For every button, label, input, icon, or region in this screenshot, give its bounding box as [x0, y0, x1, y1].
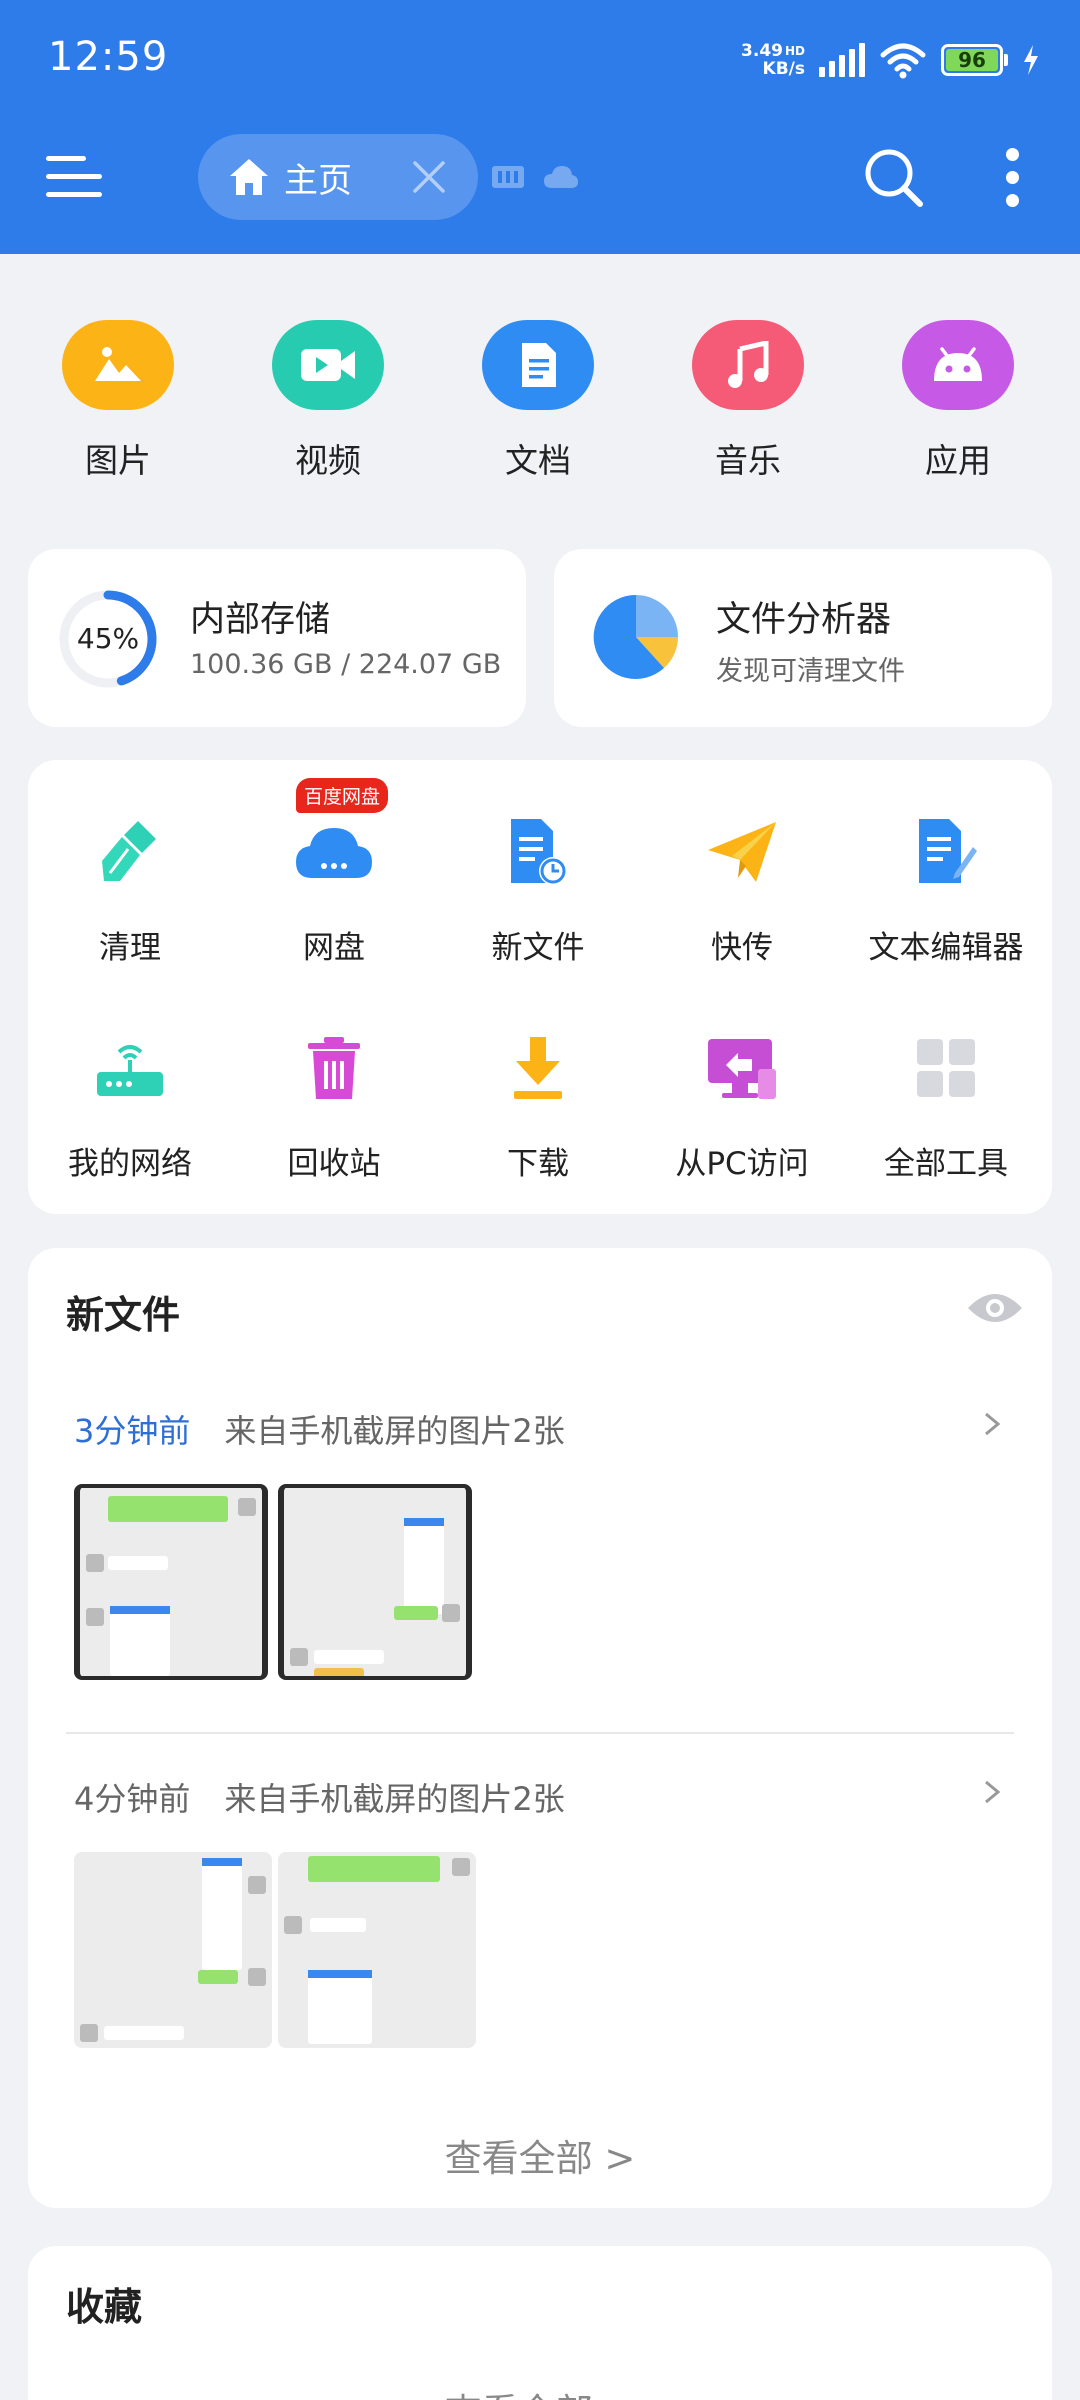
file-group-description: 来自手机截屏的图片2张	[224, 1780, 565, 1818]
tool-my-network-label: 我的网络	[68, 1146, 192, 1182]
new-files-card: 新文件 3分钟前 来自手机截屏的图片2张 4分钟前 来自手机截屏的图片2张 查看…	[28, 1248, 1052, 2208]
tool-recycle-bin[interactable]: 回收站	[232, 1028, 436, 1183]
favorites-title: 收藏	[66, 2285, 143, 2329]
more-options-icon[interactable]	[998, 148, 1028, 208]
storage-usage: 100.36 GB / 224.07 GB	[190, 649, 502, 680]
pie-chart-icon	[593, 594, 678, 679]
analyzer-title: 文件分析器	[716, 600, 892, 640]
text-editor-icon	[901, 812, 991, 892]
tab-home-label: 主页	[284, 160, 352, 201]
file-group-header[interactable]: 3分钟前 来自手机截屏的图片2张	[74, 1406, 565, 1452]
tool-download[interactable]: 下载	[436, 1028, 640, 1183]
new-files-title: 新文件	[66, 1293, 181, 1337]
screenshot-thumbnail[interactable]	[278, 1484, 472, 1680]
image-icon	[62, 320, 174, 410]
charging-icon	[1024, 45, 1038, 75]
status-icons: 3.49 HD KB/s 96	[741, 38, 1040, 82]
file-group-description: 来自手机截屏的图片2张	[224, 1412, 565, 1450]
internal-storage-card[interactable]: 45% 内部存储 100.36 GB / 224.07 GB	[28, 549, 526, 727]
new-files-view-all[interactable]: 查看全部 >	[28, 2128, 1052, 2182]
eye-icon[interactable]	[966, 1288, 1024, 1328]
chevron-right-icon[interactable]	[982, 1410, 1002, 1438]
close-tab-icon[interactable]	[410, 158, 448, 196]
tool-clean[interactable]: 清理	[28, 812, 232, 967]
battery-icon: 96	[941, 44, 1008, 76]
tool-new-file-label: 新文件	[491, 930, 585, 966]
tool-recycle-bin-label: 回收站	[287, 1146, 381, 1182]
tool-quick-transfer[interactable]: 快传	[640, 812, 844, 967]
tool-my-network[interactable]: 我的网络	[28, 1028, 232, 1183]
category-row: 图片 视频 文档 音乐 应用	[0, 320, 1080, 480]
tool-new-file[interactable]: 新文件	[436, 812, 640, 967]
tool-download-label: 下载	[507, 1146, 569, 1182]
favorites-card: 收藏 查看全部 >	[28, 2246, 1052, 2400]
android-icon	[902, 320, 1014, 410]
search-icon[interactable]	[862, 146, 926, 210]
video-icon	[272, 320, 384, 410]
status-time: 12:59	[48, 34, 169, 80]
tool-text-editor[interactable]: 文本编辑器	[844, 812, 1048, 967]
storage-percent: 45%	[76, 622, 140, 655]
tools-card: 百度网盘 清理 网盘 新文件 快传 文本编辑器 我的网络 回收站 下载 从PC访…	[28, 760, 1052, 1214]
cloud-drive-icon	[289, 812, 379, 892]
favorites-view-all[interactable]: 查看全部 >	[28, 2382, 1052, 2400]
category-videos-label: 视频	[295, 441, 361, 480]
battery-level: 96	[946, 49, 998, 71]
category-apps-label: 应用	[925, 441, 991, 480]
file-analyzer-card[interactable]: 文件分析器 发现可清理文件	[554, 549, 1052, 727]
screenshot-thumbnail[interactable]	[74, 1852, 272, 2048]
trash-icon	[289, 1028, 379, 1108]
category-music[interactable]: 音乐	[668, 320, 828, 482]
network-speed: 3.49 HD KB/s	[741, 41, 805, 79]
category-images-label: 图片	[85, 441, 151, 480]
tool-cloud-drive-label: 网盘	[303, 930, 365, 966]
tab-home[interactable]: 主页	[198, 134, 478, 220]
router-icon	[85, 1028, 175, 1108]
tool-clean-label: 清理	[99, 930, 161, 966]
file-group-time: 4分钟前	[74, 1780, 191, 1818]
tool-all-tools[interactable]: 全部工具	[844, 1028, 1048, 1183]
paper-plane-icon	[697, 812, 787, 892]
wifi-icon	[880, 43, 926, 79]
home-icon	[230, 159, 268, 195]
pc-access-icon	[697, 1028, 787, 1108]
music-icon	[692, 320, 804, 410]
tool-cloud-drive[interactable]: 网盘	[232, 812, 436, 967]
document-icon	[482, 320, 594, 410]
file-group-time: 3分钟前	[74, 1412, 191, 1450]
top-bar: 12:59 3.49 HD KB/s 96 主页	[0, 0, 1080, 254]
new-file-icon	[493, 812, 583, 892]
category-documents-label: 文档	[505, 441, 571, 480]
category-videos[interactable]: 视频	[248, 320, 408, 482]
group-divider	[66, 1732, 1014, 1734]
category-images[interactable]: 图片	[38, 320, 198, 482]
tool-pc-access[interactable]: 从PC访问	[640, 1028, 844, 1183]
analyzer-subtitle: 发现可清理文件	[716, 656, 905, 687]
category-music-label: 音乐	[715, 441, 781, 480]
tool-text-editor-label: 文本编辑器	[868, 930, 1024, 966]
sd-card-tab-icon[interactable]	[490, 162, 526, 192]
download-icon	[493, 1028, 583, 1108]
signal-icon	[819, 43, 865, 77]
grid-icon	[901, 1028, 991, 1108]
chevron-right-icon[interactable]	[982, 1778, 1002, 1806]
category-apps[interactable]: 应用	[878, 320, 1038, 482]
tool-all-tools-label: 全部工具	[884, 1146, 1008, 1182]
file-group-header[interactable]: 4分钟前 来自手机截屏的图片2张	[74, 1774, 565, 1820]
brush-icon	[85, 812, 175, 892]
screenshot-thumbnail[interactable]	[278, 1852, 476, 2048]
tool-pc-access-label: 从PC访问	[675, 1146, 809, 1182]
category-documents[interactable]: 文档	[458, 320, 618, 482]
storage-title: 内部存储	[190, 600, 331, 640]
tool-quick-transfer-label: 快传	[711, 930, 773, 966]
baidu-netdisk-badge: 百度网盘	[296, 778, 389, 813]
cloud-tab-icon[interactable]	[542, 162, 580, 192]
screenshot-thumbnail[interactable]	[74, 1484, 268, 1680]
menu-button[interactable]	[46, 150, 106, 204]
